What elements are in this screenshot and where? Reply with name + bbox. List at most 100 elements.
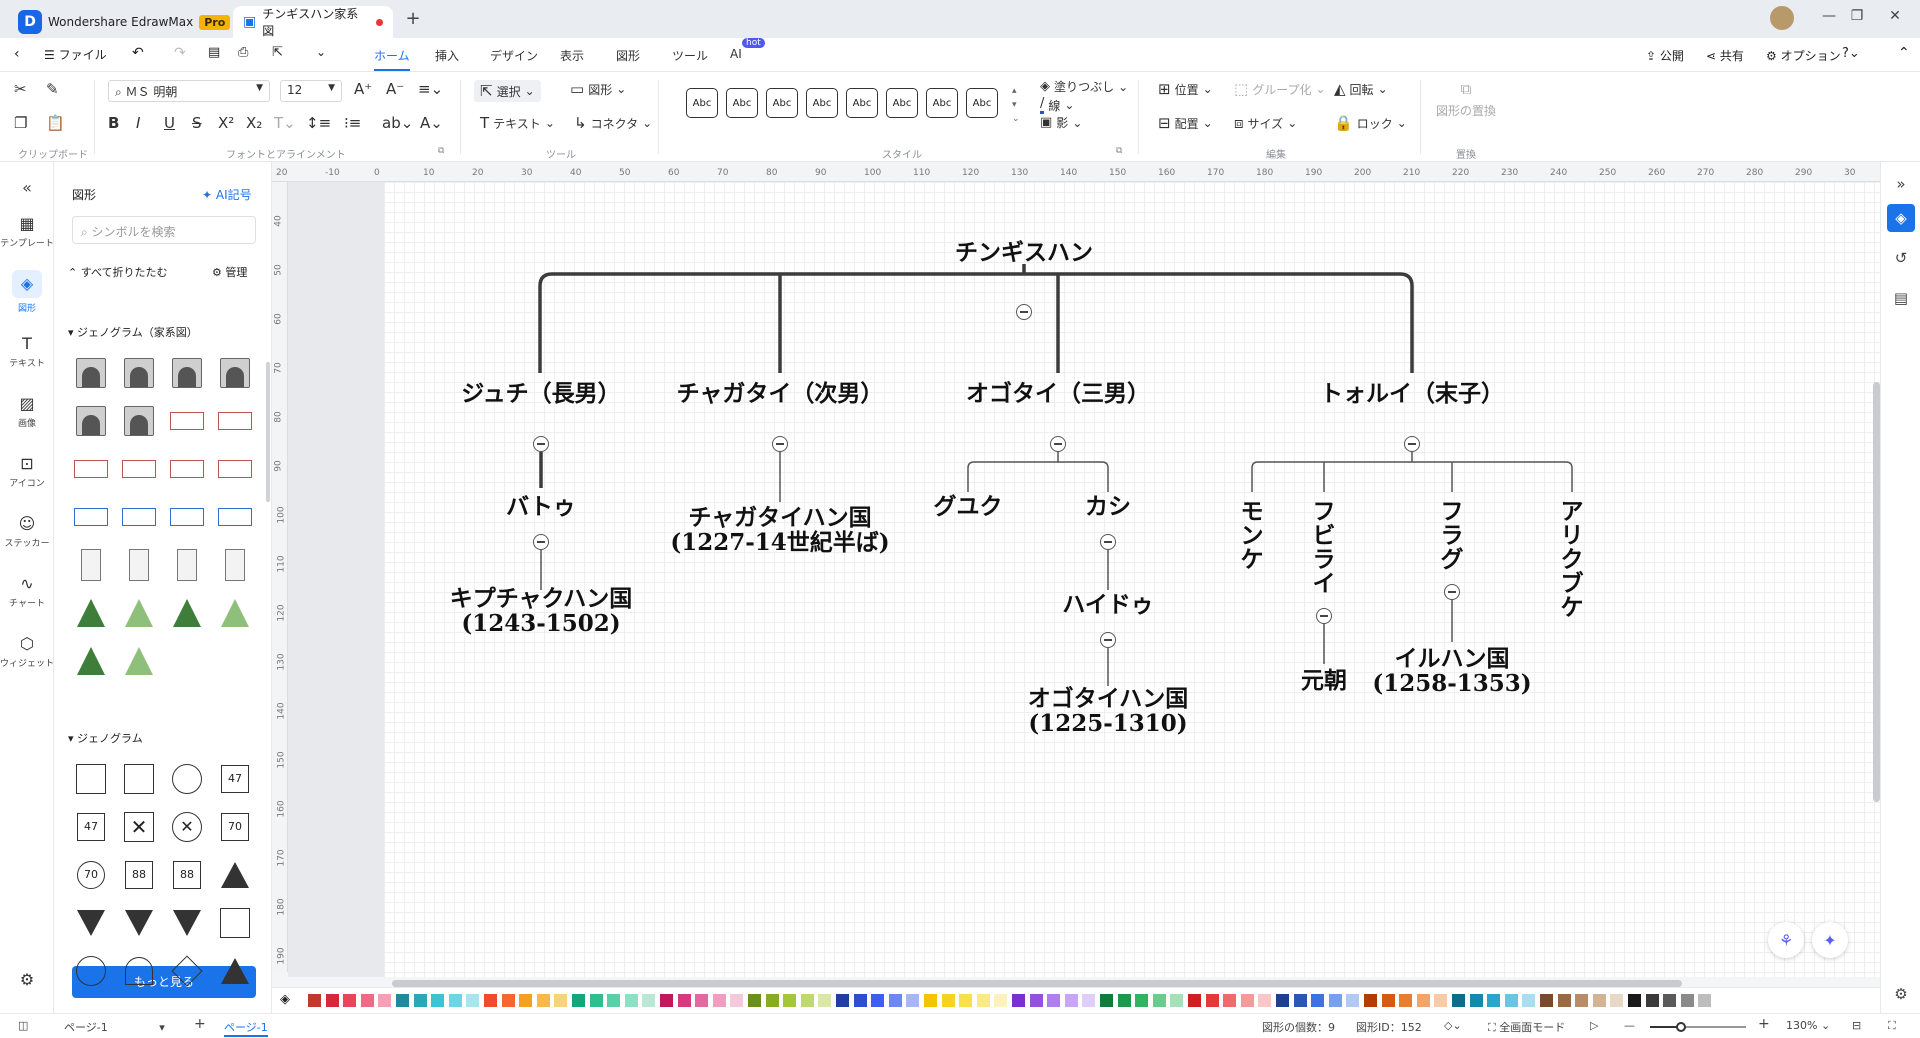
color-swatch[interactable] [1258,994,1272,1007]
color-swatch[interactable] [1452,994,1465,1007]
color-swatch[interactable] [1311,994,1325,1007]
color-swatch[interactable] [1047,994,1061,1007]
page-selector[interactable]: ページ-1 ▾ [64,1019,165,1035]
tab-tools[interactable]: ツール [672,47,708,64]
tab-view[interactable]: 表示 [560,47,584,64]
color-swatch[interactable] [589,994,603,1007]
color-swatch[interactable] [1170,994,1184,1007]
strikethrough-icon[interactable]: S [192,114,202,132]
sidebar-item-image[interactable]: ▨ 画像 [0,394,54,429]
color-swatch[interactable] [554,994,568,1007]
color-swatch[interactable] [343,994,357,1007]
color-swatch[interactable] [765,994,779,1007]
font-color-icon[interactable]: A⌄ [420,114,443,132]
style-sample-5[interactable]: Abc [846,88,878,118]
genogram-symbol-tile[interactable] [120,760,158,798]
redo-icon[interactable]: ↷ [174,45,186,61]
color-swatch[interactable] [607,994,621,1007]
add-page-icon[interactable]: + [194,1016,206,1032]
help-icon[interactable]: ?⌄ [1842,46,1860,61]
color-swatch[interactable] [536,994,550,1007]
tab-home[interactable]: ホーム [374,47,410,71]
genogram-shape-tile[interactable] [168,450,206,488]
node-ogedei-khanate[interactable]: オゴタイハン国 (1225-1310) [998,686,1218,736]
color-swatch[interactable] [642,994,656,1007]
genogram-shape-tile[interactable] [72,450,110,488]
color-swatch[interactable] [906,994,920,1007]
node-batu[interactable]: バトゥ [481,494,601,519]
color-swatch[interactable] [1152,994,1166,1007]
genogram-symbol-tile[interactable] [72,952,110,990]
zoom-out-icon[interactable]: — [1624,1019,1635,1032]
color-swatch[interactable] [1064,994,1078,1007]
tab-ai[interactable]: AI hot [730,38,765,61]
node-chagatai-khanate[interactable]: チャガタイハン国 (1227-14世紀半ば) [660,408,900,555]
color-swatch[interactable] [941,994,955,1007]
color-swatch[interactable] [1100,994,1113,1007]
minimize-icon[interactable]: — [1818,8,1840,30]
color-swatch[interactable] [572,994,585,1007]
color-swatch[interactable] [1364,994,1377,1007]
color-swatch[interactable] [624,994,638,1007]
app-tab[interactable]: D Wondershare EdrawMax Pro [18,6,231,38]
color-swatch[interactable] [730,994,744,1007]
align-button[interactable]: ⊟ 配置 ⌄ [1158,114,1213,132]
sidebar-item-template[interactable]: ▦ テンプレート [0,214,54,249]
node-ariq-boke[interactable]: アリクブケ [1558,500,1586,620]
color-swatch[interactable] [836,994,849,1007]
font-name-select[interactable]: ⌕ ＭＳ 明朝 ▼ [108,80,270,102]
color-swatch[interactable] [783,994,797,1007]
subscript-icon[interactable]: X₂ [246,114,262,132]
cut-icon[interactable]: ✂ [14,80,27,98]
publish-button[interactable]: ⇪ 公開 [1646,47,1684,64]
color-swatch[interactable] [1276,994,1289,1007]
node-ilkhanate[interactable]: イルハン国 (1258-1353) [1362,646,1542,696]
lock-button[interactable]: 🔒 ロック ⌄ [1334,114,1407,132]
genogram-symbol-tile[interactable]: 70 [216,808,254,846]
genogram-shape-tile[interactable] [216,450,254,488]
close-icon[interactable]: ✕ [1884,8,1906,30]
line-button[interactable]: / 線 ⌄ [1040,96,1074,114]
bold-icon[interactable]: B [108,114,119,132]
undo-icon[interactable]: ↶ [132,45,144,61]
color-swatch[interactable] [748,994,761,1007]
sidebar-item-chart[interactable]: ∿ チャート [0,574,54,609]
ai-sparkle-icon[interactable]: ✦ [1812,922,1848,958]
style-sample-7[interactable]: Abc [926,88,958,118]
shape-tool[interactable]: ▭ 図形 ⌄ [570,80,626,98]
line-spacing-icon[interactable]: ↕≡ [306,114,331,132]
color-swatch[interactable] [712,994,726,1007]
genogram-shape-tile[interactable] [216,354,254,392]
genogram-shape-tile[interactable] [72,594,110,632]
position-button[interactable]: ⊞ 位置 ⌄ [1158,80,1213,98]
export-icon[interactable]: ⇱ [272,45,283,60]
color-swatch[interactable] [976,994,990,1007]
symbol-search-input[interactable]: ⌕ シンボルを検索 [72,216,256,244]
collapse-all-button[interactable]: ⌃ すべて折りたたむ [68,264,168,280]
genogram-shape-tile[interactable] [216,498,254,536]
save-icon[interactable]: ▤ [208,45,220,60]
size-button[interactable]: ⧈ サイズ ⌄ [1234,114,1297,132]
increase-font-icon[interactable]: A⁺ [354,80,372,98]
copy-icon[interactable]: ❐ [14,114,27,132]
collapse-kashi-icon[interactable] [1100,534,1116,550]
font-dialog-icon[interactable]: ⧉ [438,146,444,156]
color-swatch[interactable] [1223,994,1237,1007]
zoom-in-icon[interactable]: + [1758,1016,1770,1032]
restore-icon[interactable]: ❐ [1846,8,1868,30]
color-swatch[interactable] [1416,994,1430,1007]
color-swatch[interactable] [677,994,691,1007]
genogram-shape-tile[interactable] [168,594,206,632]
library-scrollbar[interactable] [266,362,270,502]
color-swatch[interactable] [1610,994,1624,1007]
color-swatch[interactable] [378,994,392,1007]
color-swatch[interactable] [1240,994,1254,1007]
node-kipchak[interactable]: キプチャクハン国 (1243-1502) [431,586,651,636]
page-layout-icon[interactable]: ◫ [18,1019,28,1032]
node-ogedei[interactable]: オゴタイ（三男） [948,381,1168,406]
color-swatch[interactable] [1205,994,1219,1007]
document-tab[interactable]: ▣ チンギスハン家系図 [233,6,393,38]
color-swatch[interactable] [924,994,937,1007]
file-menu[interactable]: ☰ ファイル [44,46,107,63]
genogram-shape-tile[interactable] [72,402,110,440]
